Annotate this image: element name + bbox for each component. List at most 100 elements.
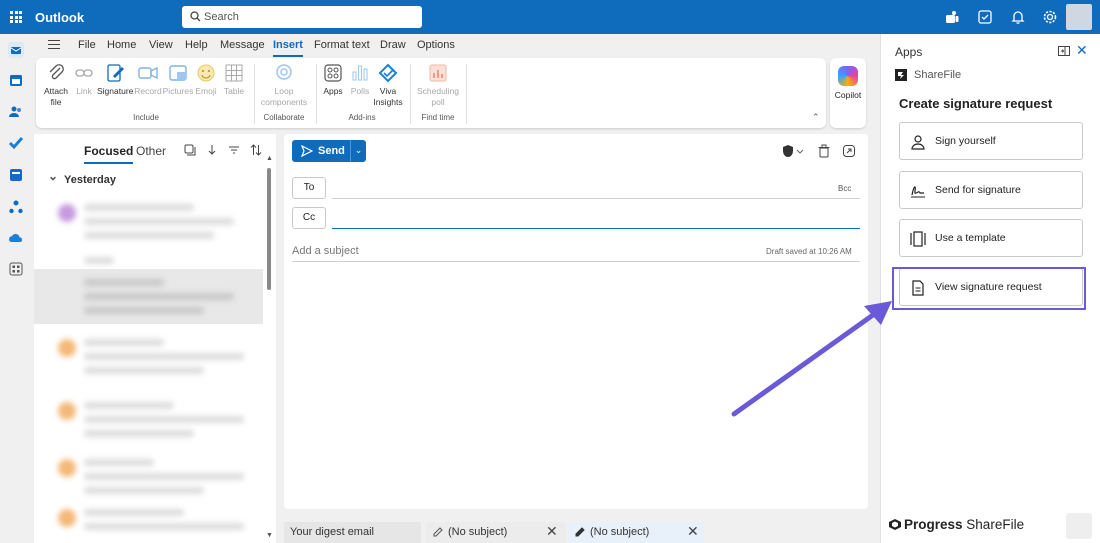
gear-icon[interactable] [1042, 9, 1058, 25]
pin-panel-icon[interactable] [1058, 46, 1070, 56]
list-item[interactable] [34, 392, 263, 452]
help-button[interactable] [1066, 513, 1092, 539]
tab-options[interactable]: Options [417, 39, 455, 51]
tab-label: (No subject) [448, 526, 508, 538]
emoji-icon [197, 64, 215, 82]
search-input[interactable]: Search [182, 6, 422, 28]
pencil-icon [575, 527, 585, 537]
close-icon[interactable]: ✕ [687, 523, 699, 540]
picture-icon [169, 65, 187, 81]
table-label: Table [223, 86, 245, 96]
to-field[interactable] [332, 198, 860, 199]
bottom-tab-draft-active[interactable]: (No subject) ✕ [568, 522, 704, 543]
list-item[interactable] [34, 499, 263, 539]
tab-view[interactable]: View [149, 39, 173, 51]
scheduling-poll-button[interactable]: Scheduling poll [414, 62, 462, 108]
tab-help[interactable]: Help [185, 39, 208, 51]
loop-components-button[interactable]: Loop components [260, 62, 308, 108]
viva-insights-button[interactable]: Viva Insights [370, 62, 406, 108]
table-button[interactable]: Table [216, 62, 252, 97]
trash-icon[interactable] [817, 144, 831, 158]
tab-file[interactable]: File [78, 39, 96, 51]
todo-icon[interactable] [8, 135, 24, 151]
sort-icon[interactable] [250, 144, 262, 156]
pop-out-icon[interactable] [842, 144, 856, 158]
group-find-time: Find time [421, 113, 455, 122]
scroll-down-icon[interactable]: ▼ [266, 532, 273, 539]
list-item[interactable] [34, 194, 263, 254]
person-icon [911, 135, 925, 150]
onedrive-icon[interactable] [8, 230, 24, 246]
scrollbar[interactable] [267, 168, 271, 290]
send-options-button[interactable]: ⌄ [350, 140, 366, 162]
viva-label: Viva Insights [373, 86, 403, 107]
signature-button[interactable]: Signature [97, 62, 133, 97]
tab-label: (No subject) [590, 526, 650, 538]
tab-other[interactable]: Other [136, 144, 166, 158]
bcc-button[interactable]: Bcc [838, 184, 851, 193]
scheduling-poll-icon [429, 64, 447, 82]
app-rail [0, 34, 34, 543]
template-icon [910, 231, 926, 247]
close-icon[interactable]: ✕ [1076, 42, 1088, 59]
bottom-tab-draft[interactable]: (No subject) ✕ [426, 522, 566, 543]
jump-to-icon[interactable] [206, 144, 218, 156]
use-template-button[interactable]: Use a template [899, 219, 1083, 257]
filter-icon[interactable] [228, 144, 240, 156]
menu-icon[interactable] [48, 40, 60, 49]
org-explorer-icon[interactable] [8, 199, 24, 215]
cc-field[interactable] [332, 228, 860, 229]
tab-home[interactable]: Home [107, 39, 136, 51]
group-header-yesterday[interactable]: Yesterday [48, 169, 116, 186]
divider [410, 64, 411, 124]
scroll-up-icon[interactable]: ▲ [266, 155, 273, 162]
send-for-signature-button[interactable]: Send for signature [899, 171, 1083, 209]
list-item-selected[interactable] [34, 269, 263, 324]
panel-title: Apps [895, 45, 923, 59]
copilot-label: Copilot [834, 90, 862, 100]
copilot-button[interactable]: Copilot [830, 58, 866, 128]
mail-icon[interactable] [8, 42, 24, 58]
tab-insert[interactable]: Insert [273, 39, 303, 57]
people-icon[interactable] [8, 104, 24, 120]
select-icon[interactable] [184, 144, 196, 156]
provider-name: ShareFile [914, 69, 962, 81]
sensitivity-shield-icon[interactable] [782, 144, 796, 158]
word-icon[interactable] [8, 167, 24, 183]
send-button[interactable]: Send [292, 140, 350, 162]
close-icon[interactable]: ✕ [546, 523, 558, 540]
app-launcher-icon[interactable] [10, 11, 22, 23]
bell-icon[interactable] [1010, 9, 1026, 25]
avatar[interactable] [1066, 4, 1092, 30]
subject-input[interactable]: Add a subject [292, 245, 359, 257]
app-title[interactable]: Outlook [35, 10, 84, 25]
bottom-tab-digest[interactable]: Your digest email [284, 522, 421, 543]
list-item[interactable] [34, 329, 263, 389]
pencil-icon [433, 527, 443, 537]
compose-pane: Send ⌄ To Bcc Cc Add a subject Draft sav… [284, 134, 868, 509]
cc-button[interactable]: Cc [292, 207, 326, 229]
brand-progress: Progress [904, 517, 963, 532]
tab-focused[interactable]: Focused [84, 144, 134, 164]
avatar [58, 204, 76, 222]
collapse-ribbon-icon[interactable]: ⌃ [812, 112, 820, 123]
avatar [58, 339, 76, 357]
tab-draw[interactable]: Draw [380, 39, 406, 51]
copilot-icon [838, 66, 858, 86]
notes-icon[interactable] [977, 9, 993, 25]
apps-label: Apps [323, 86, 343, 96]
brand-sharefile: ShareFile [966, 517, 1025, 532]
chevron-down-icon[interactable] [796, 144, 804, 158]
tab-format-text[interactable]: Format text [314, 39, 370, 51]
divider [254, 64, 255, 124]
sign-yourself-button[interactable]: Sign yourself [899, 122, 1083, 160]
action-label: Use a template [935, 232, 1006, 244]
message-list: Focused Other Yesterday [34, 134, 276, 543]
send-icon [301, 145, 313, 157]
video-icon [138, 66, 158, 80]
calendar-icon[interactable] [8, 72, 24, 88]
tab-message[interactable]: Message [220, 39, 265, 51]
to-button[interactable]: To [292, 177, 326, 199]
more-apps-icon[interactable] [8, 261, 24, 277]
teams-icon[interactable] [944, 9, 960, 25]
